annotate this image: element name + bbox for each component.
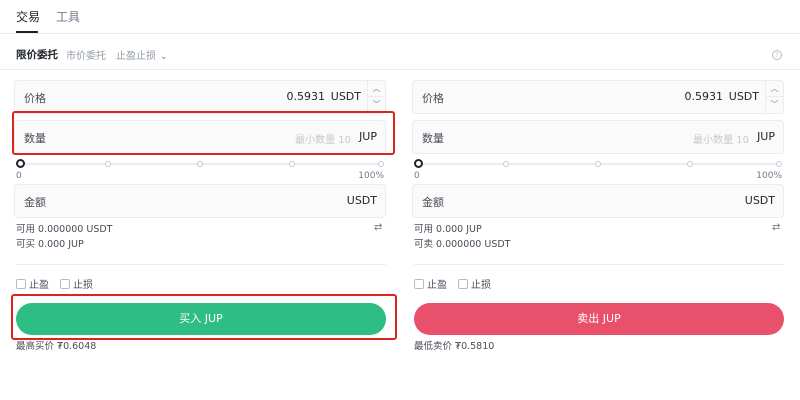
slider-max-label: 100% (358, 171, 384, 181)
divider (414, 264, 784, 265)
buy-amount-field[interactable]: 数量 最小数量 10 JUP (14, 120, 386, 154)
tab-tp-sl-order[interactable]: 止盈止损 ⌄ (116, 47, 168, 62)
buy-stop-loss-checkbox[interactable]: 止损 (60, 276, 93, 291)
sell-price-label: 价格 (422, 92, 444, 105)
buy-total-unit: USDT (346, 194, 377, 207)
sell-stop-loss-checkbox[interactable]: 止损 (458, 276, 491, 291)
sell-max-proceeds: 可卖 0.000000 USDT (414, 239, 511, 250)
divider (16, 264, 386, 265)
slider-min-label: 0 (414, 171, 420, 181)
checkbox-icon (458, 279, 468, 289)
chevron-up-icon[interactable]: ︿ (368, 81, 385, 97)
sell-take-profit-label: 止盈 (427, 280, 447, 291)
buy-price-stepper: ︿ ﹀ (367, 81, 385, 113)
tab-tp-sl-label: 止盈止损 (116, 51, 156, 62)
sell-amount-unit: JUP (757, 130, 775, 143)
slider-min-label: 0 (16, 171, 22, 181)
slider-tick-100[interactable] (378, 161, 384, 167)
top-tab-bar: 交易 工具 (0, 0, 800, 34)
slider-handle[interactable] (414, 159, 423, 168)
sell-price-field[interactable]: 价格 0.5931 USDT ︿ ﹀ (412, 80, 784, 114)
sell-price-value[interactable]: 0.5931 (685, 90, 724, 103)
buy-stop-loss-label: 止损 (73, 280, 93, 291)
buy-button[interactable]: 买入 JUP (16, 303, 386, 335)
sell-amount-field[interactable]: 数量 最小数量 10 JUP (412, 120, 784, 154)
sell-amount-placeholder: 最小数量 10 (693, 135, 749, 146)
chevron-down-icon[interactable]: ﹀ (368, 97, 385, 113)
sell-total-field[interactable]: 金额 USDT (412, 184, 784, 218)
slider-tick-25[interactable] (105, 161, 111, 167)
chevron-down-icon: ⌄ (160, 52, 168, 62)
slider-tick-75[interactable] (289, 161, 295, 167)
help-icon[interactable]: ? (772, 50, 782, 60)
active-tab-indicator (16, 31, 38, 33)
sell-total-unit: USDT (744, 194, 775, 207)
buy-available-balance: 可用 0.000000 USDT (16, 224, 113, 235)
checkbox-icon (414, 279, 424, 289)
swap-icon[interactable]: ⇄ (772, 222, 780, 233)
sell-total-label: 金额 (422, 196, 444, 209)
buy-amount-unit: JUP (359, 130, 377, 143)
buy-panel: 价格 0.5931 USDT ︿ ﹀ 数量 最小数量 10 JUP 0 100%… (12, 78, 388, 398)
sell-price-unit: USDT (728, 90, 759, 103)
sell-amount-label: 数量 (422, 132, 444, 145)
slider-max-label: 100% (756, 171, 782, 181)
buy-take-profit-label: 止盈 (29, 280, 49, 291)
sell-best-price: 最低卖价 ₮0.5810 (414, 341, 495, 352)
sell-panel: 价格 0.5931 USDT ︿ ﹀ 数量 最小数量 10 JUP 0 100%… (410, 78, 786, 398)
buy-price-label: 价格 (24, 92, 46, 105)
slider-tick-75[interactable] (687, 161, 693, 167)
sell-button[interactable]: 卖出 JUP (414, 303, 784, 335)
order-type-tabs: 限价委托 市价委托 止盈止损 ⌄ (0, 44, 800, 68)
buy-best-price: 最高买价 ₮0.6048 (16, 341, 97, 352)
tab-market-order[interactable]: 市价委托 (66, 47, 106, 62)
buy-amount-slider[interactable] (16, 158, 384, 170)
sell-take-profit-checkbox[interactable]: 止盈 (414, 276, 447, 291)
checkbox-icon (16, 279, 26, 289)
sell-amount-slider[interactable] (414, 158, 782, 170)
slider-tick-50[interactable] (595, 161, 601, 167)
buy-price-field[interactable]: 价格 0.5931 USDT ︿ ﹀ (14, 80, 386, 114)
buy-price-unit: USDT (330, 90, 361, 103)
buy-amount-placeholder: 最小数量 10 (295, 135, 351, 146)
checkbox-icon (60, 279, 70, 289)
slider-tick-25[interactable] (503, 161, 509, 167)
buy-price-value[interactable]: 0.5931 (287, 90, 326, 103)
swap-icon[interactable]: ⇄ (374, 222, 382, 233)
slider-handle[interactable] (16, 159, 25, 168)
tab-trade[interactable]: 交易 (16, 8, 40, 25)
slider-tick-50[interactable] (197, 161, 203, 167)
tab-tools[interactable]: 工具 (56, 8, 80, 25)
sell-available-balance: 可用 0.000 JUP (414, 224, 482, 235)
buy-total-label: 金额 (24, 196, 46, 209)
slider-tick-100[interactable] (776, 161, 782, 167)
buy-take-profit-checkbox[interactable]: 止盈 (16, 276, 49, 291)
buy-total-field[interactable]: 金额 USDT (14, 184, 386, 218)
divider (0, 69, 800, 70)
buy-max-quantity: 可买 0.000 JUP (16, 239, 84, 250)
chevron-down-icon[interactable]: ﹀ (766, 97, 783, 113)
sell-price-stepper: ︿ ﹀ (765, 81, 783, 113)
chevron-up-icon[interactable]: ︿ (766, 81, 783, 97)
tab-limit-order[interactable]: 限价委托 (16, 47, 58, 62)
buy-amount-label: 数量 (24, 132, 46, 145)
sell-stop-loss-label: 止损 (471, 280, 491, 291)
